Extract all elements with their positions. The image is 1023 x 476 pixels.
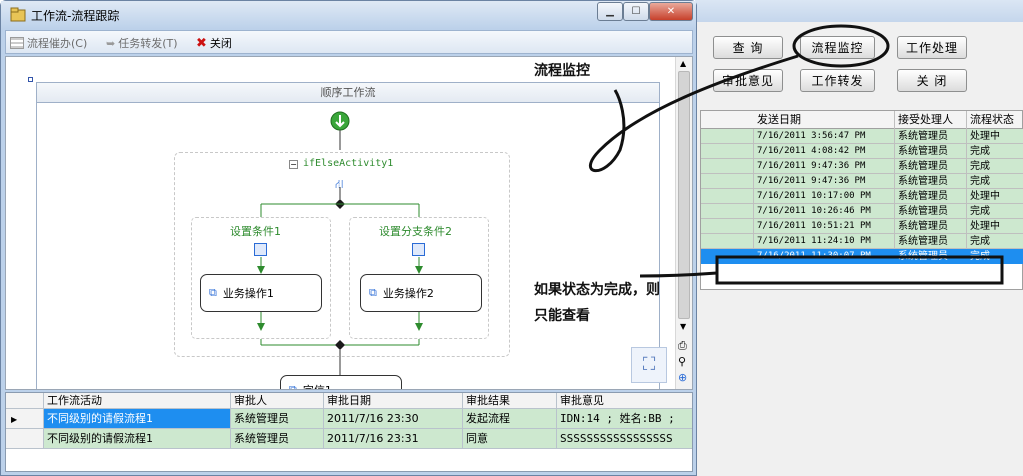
scroll-up-icon[interactable]: ▲ — [680, 59, 686, 68]
result-cell[interactable]: 同意 — [463, 429, 557, 449]
fit-view-icon[interactable]: ⛶ — [631, 347, 667, 383]
branch1-label: 设置条件1 — [230, 225, 281, 238]
grid-icon — [10, 37, 24, 49]
print-icon[interactable]: ⎙ — [678, 339, 687, 353]
task-transfer-button[interactable]: ➥ 任务转发(T) — [106, 34, 178, 52]
app-icon — [10, 7, 26, 22]
workflow-designer: 顺序工作流 − ifElseActivity1 ⛙ 设置条件1 设置分支条件2 … — [5, 56, 693, 390]
work-process-button[interactable]: 工作处理 — [897, 36, 967, 59]
annotation-process-monitor: 流程监控 — [534, 63, 590, 79]
branch2-label: 设置分支条件2 — [379, 225, 452, 238]
binoculars-icon[interactable]: ⚲ — [678, 355, 686, 368]
activity-cell[interactable]: 不同级别的请假流程1 — [44, 409, 231, 429]
zoom-icon[interactable]: ⊕ — [678, 371, 687, 384]
col-header-date: 审批日期 — [324, 393, 463, 409]
annotation-status-line1: 如果状态为完成，则 — [534, 282, 660, 298]
close-icon: ✖ — [196, 35, 207, 51]
row-header-corner — [6, 393, 44, 409]
process-monitor-button[interactable]: 流程监控 — [800, 36, 875, 59]
approval-grid: 工作流活动 审批人 审批日期 审批结果 审批意见 ▶ 不同级别的请假流程1 系统管理… — [5, 392, 693, 472]
workflow-tracking-window: 工作流-流程跟踪 ▁ ☐ ✕ 流程催办(C) ➥ 任务转发(T) ✖ 关闭 顺序… — [0, 0, 697, 476]
current-row-icon: ▶ — [11, 415, 18, 424]
process-row[interactable] — [701, 204, 1023, 219]
urge-process-button[interactable]: 流程催办(C) — [10, 34, 87, 52]
maximize-button[interactable]: ☐ — [623, 2, 649, 21]
close-window-button[interactable]: ✕ — [649, 2, 693, 21]
transfer-label: 任务转发(T) — [118, 37, 178, 50]
business-op-1[interactable]: ⧉ 业务操作1 — [200, 274, 322, 312]
collapse-icon[interactable]: − — [289, 160, 298, 169]
activity-icon: ⧉ — [289, 383, 297, 390]
process-row[interactable] — [701, 219, 1023, 234]
process-row[interactable] — [701, 174, 1023, 189]
toolbar: 流程催办(C) ➥ 任务转发(T) ✖ 关闭 — [5, 30, 693, 54]
col-header-status: 流程状态 — [967, 111, 1023, 129]
approval-opinion-button[interactable]: 审批意见 — [713, 69, 783, 92]
process-row[interactable] — [701, 234, 1023, 249]
date-cell[interactable]: 2011/7/16 23:30 — [324, 409, 463, 429]
process-list-grid: 发送日期 接受处理人 流程状态 7/16/2011 3:56:47 PM 系统管理… — [700, 110, 1023, 290]
row-indicator[interactable]: ▶ — [6, 409, 44, 429]
ifelse-label: ifElseActivity1 — [303, 158, 394, 169]
row-indicator[interactable] — [6, 429, 44, 449]
close-button-bg[interactable]: 关 闭 — [897, 69, 967, 92]
business-op-2[interactable]: ⧉ 业务操作2 — [360, 274, 482, 312]
act1-label: 业务操作1 — [222, 287, 274, 300]
urge-label: 流程催办(C) — [27, 37, 88, 50]
finish-activity[interactable]: ⧉ 完信1 — [280, 375, 402, 390]
process-row[interactable] — [701, 249, 1023, 264]
approver-cell[interactable]: 系统管理员 — [231, 409, 324, 429]
opinion-cell[interactable]: SSSSSSSSSSSSSSSSS — [557, 429, 692, 449]
col-header-send-date: 发送日期 — [754, 111, 895, 129]
minimize-button[interactable]: ▁ — [597, 2, 623, 21]
approver-cell[interactable]: 系统管理员 — [231, 429, 324, 449]
process-row[interactable] — [701, 189, 1023, 204]
process-row[interactable] — [701, 144, 1023, 159]
annotation-status-line2: 只能查看 — [534, 308, 590, 324]
forward-icon: ➥ — [106, 36, 116, 50]
ifelse-icon: ⛙ — [335, 177, 344, 191]
activity-cell[interactable]: 不同级别的请假流程1 — [44, 429, 231, 449]
query-button[interactable]: 查 询 — [713, 36, 783, 59]
close-toolbar-button[interactable]: ✖ 关闭 — [196, 34, 232, 52]
process-row[interactable] — [701, 159, 1023, 174]
date-cell[interactable]: 2011/7/16 23:31 — [324, 429, 463, 449]
window-title: 工作流-流程跟踪 — [31, 9, 120, 23]
branch1-icon — [254, 243, 267, 256]
col-header-approver: 审批人 — [231, 393, 324, 409]
designer-scrollbar[interactable]: ▲ ▼ ⎙ ⚲ ⊕ — [675, 57, 692, 389]
col-header-opinion: 审批意见 — [557, 393, 692, 409]
col-header-receiver: 接受处理人 — [895, 111, 967, 129]
scroll-down-icon[interactable]: ▼ — [680, 322, 686, 331]
bg-app-titlebar — [695, 0, 1023, 22]
close-label: 关闭 — [209, 37, 232, 50]
branch2-icon — [412, 243, 425, 256]
activity-icon: ⧉ — [209, 286, 217, 299]
bottom-act-label: 完信1 — [303, 382, 332, 389]
work-forward-button[interactable]: 工作转发 — [800, 69, 875, 92]
col-header-activity: 工作流活动 — [44, 393, 231, 409]
process-row[interactable] — [701, 129, 1023, 144]
activity-icon: ⧉ — [369, 286, 377, 299]
result-cell[interactable]: 发起流程 — [463, 409, 557, 429]
col-header-result: 审批结果 — [463, 393, 557, 409]
act2-label: 业务操作2 — [382, 287, 434, 300]
scroll-thumb[interactable] — [678, 71, 690, 319]
opinion-cell[interactable]: IDN:14 ; 姓名:BB ; — [557, 409, 692, 429]
